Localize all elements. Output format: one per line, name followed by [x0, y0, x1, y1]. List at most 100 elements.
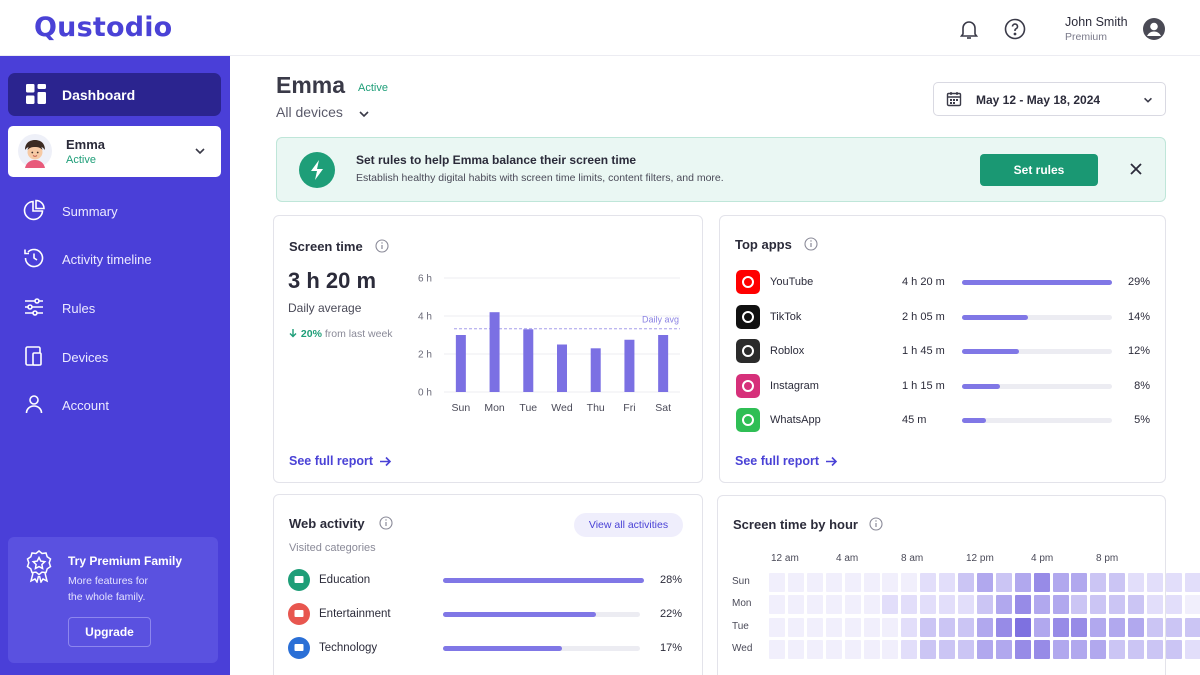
heatmap-cell[interactable] [1109, 573, 1126, 592]
app-row[interactable]: WhatsApp 45 m 5% [734, 408, 1154, 434]
heatmap-cell[interactable] [1033, 595, 1050, 615]
heatmap-cell[interactable] [806, 617, 823, 637]
chart-bar[interactable] [489, 312, 500, 392]
heatmap-cell[interactable] [1147, 639, 1163, 659]
heatmap-cell[interactable] [769, 573, 785, 592]
heatmap-cell[interactable] [995, 617, 1012, 637]
view-all-activities-button[interactable]: View all activities [574, 513, 683, 537]
heatmap-cell[interactable] [787, 617, 804, 637]
chart-bar[interactable] [658, 335, 669, 392]
heatmap-cell[interactable] [1109, 595, 1126, 615]
heatmap-cell[interactable] [1014, 617, 1031, 637]
heatmap-cell[interactable] [1090, 617, 1107, 637]
category-row[interactable]: Entertainment 22% [288, 603, 688, 627]
heatmap-cell[interactable] [1184, 617, 1200, 637]
chart-bar[interactable] [455, 335, 466, 392]
see-full-report-link[interactable]: See full report [735, 454, 838, 468]
heatmap-cell[interactable] [844, 573, 861, 592]
heatmap-cell[interactable] [1014, 639, 1031, 659]
heatmap-cell[interactable] [844, 639, 861, 659]
chevron-down-icon[interactable] [357, 107, 371, 121]
heatmap-cell[interactable] [1147, 573, 1163, 592]
category-row[interactable]: Technology 17% [288, 637, 688, 661]
heatmap-cell[interactable] [901, 573, 918, 592]
device-selector[interactable]: All devices [276, 104, 343, 120]
heatmap-cell[interactable] [939, 573, 956, 592]
date-range-picker[interactable]: May 12 - May 18, 2024 [933, 82, 1166, 116]
heatmap-cell[interactable] [1052, 573, 1069, 592]
info-icon[interactable] [804, 237, 818, 251]
heatmap-cell[interactable] [1165, 573, 1182, 592]
upgrade-button[interactable]: Upgrade [68, 617, 151, 647]
heatmap-cell[interactable] [1090, 595, 1107, 615]
heatmap-cell[interactable] [806, 639, 823, 659]
heatmap-cell[interactable] [920, 595, 937, 615]
app-row[interactable]: TikTok 2 h 05 m 14% [734, 304, 1154, 331]
heatmap-cell[interactable] [1071, 617, 1088, 637]
heatmap-cell[interactable] [825, 573, 842, 592]
heatmap-cell[interactable] [976, 595, 993, 615]
heatmap-cell[interactable] [1109, 617, 1126, 637]
heatmap-cell[interactable] [995, 573, 1012, 592]
heatmap-cell[interactable] [863, 639, 880, 659]
heatmap-cell[interactable] [1090, 573, 1107, 592]
info-icon[interactable] [375, 239, 389, 253]
heatmap-cell[interactable] [958, 639, 974, 659]
heatmap-cell[interactable] [976, 617, 993, 637]
heatmap-cell[interactable] [863, 595, 880, 615]
heatmap-cell[interactable] [825, 617, 842, 637]
heatmap-cell[interactable] [1052, 595, 1069, 615]
heatmap-cell[interactable] [1090, 639, 1107, 659]
heatmap-cell[interactable] [1033, 573, 1050, 592]
heatmap-cell[interactable] [901, 617, 918, 637]
profile-selector[interactable]: Emma Active [8, 126, 221, 177]
heatmap-cell[interactable] [787, 573, 804, 592]
sidebar-item-account[interactable]: Account [22, 391, 222, 419]
chart-bar[interactable] [557, 344, 567, 393]
heatmap-cell[interactable] [1128, 639, 1145, 659]
heatmap-cell[interactable] [1071, 573, 1088, 592]
heatmap-cell[interactable] [882, 617, 899, 637]
heatmap-cell[interactable] [806, 573, 823, 592]
heatmap-cell[interactable] [1165, 639, 1182, 659]
chart-bar[interactable] [523, 329, 534, 392]
heatmap-cell[interactable] [769, 595, 785, 615]
heatmap-cell[interactable] [825, 639, 842, 659]
heatmap-cell[interactable] [1014, 573, 1031, 592]
category-row[interactable]: Education 28% [288, 569, 688, 593]
sidebar-item-dashboard[interactable]: Dashboard [8, 73, 221, 116]
heatmap-cell[interactable] [920, 639, 937, 659]
heatmap-cell[interactable] [901, 595, 918, 615]
heatmap-cell[interactable] [1184, 595, 1200, 615]
heatmap-cell[interactable] [769, 617, 785, 637]
heatmap-cell[interactable] [958, 595, 974, 615]
heatmap-cell[interactable] [958, 617, 974, 637]
set-rules-button[interactable]: Set rules [980, 154, 1098, 186]
heatmap-cell[interactable] [1147, 595, 1163, 615]
heatmap-cell[interactable] [939, 595, 956, 615]
heatmap-cell[interactable] [863, 573, 880, 592]
sidebar-item-activity-timeline[interactable]: Activity timeline [22, 245, 222, 273]
heatmap-cell[interactable] [1071, 595, 1088, 615]
heatmap-cell[interactable] [769, 639, 785, 659]
sidebar-item-rules[interactable]: Rules [22, 294, 222, 322]
help-icon[interactable] [1003, 17, 1027, 41]
close-icon[interactable] [1129, 162, 1143, 176]
heatmap-cell[interactable] [844, 617, 861, 637]
heatmap-cell[interactable] [1165, 617, 1182, 637]
chart-bar[interactable] [590, 348, 601, 392]
heatmap-cell[interactable] [995, 639, 1012, 659]
account-icon[interactable] [1142, 17, 1166, 41]
info-icon[interactable] [869, 517, 883, 531]
user-name[interactable]: John Smith [1065, 15, 1128, 29]
heatmap-cell[interactable] [1052, 639, 1069, 659]
heatmap-cell[interactable] [787, 595, 804, 615]
heatmap-cell[interactable] [863, 617, 880, 637]
heatmap-cell[interactable] [958, 573, 974, 592]
heatmap-cell[interactable] [1128, 595, 1145, 615]
heatmap-cell[interactable] [1014, 595, 1031, 615]
heatmap-cell[interactable] [787, 639, 804, 659]
bell-icon[interactable] [957, 17, 981, 41]
heatmap-cell[interactable] [901, 639, 918, 659]
heatmap-cell[interactable] [1052, 617, 1069, 637]
